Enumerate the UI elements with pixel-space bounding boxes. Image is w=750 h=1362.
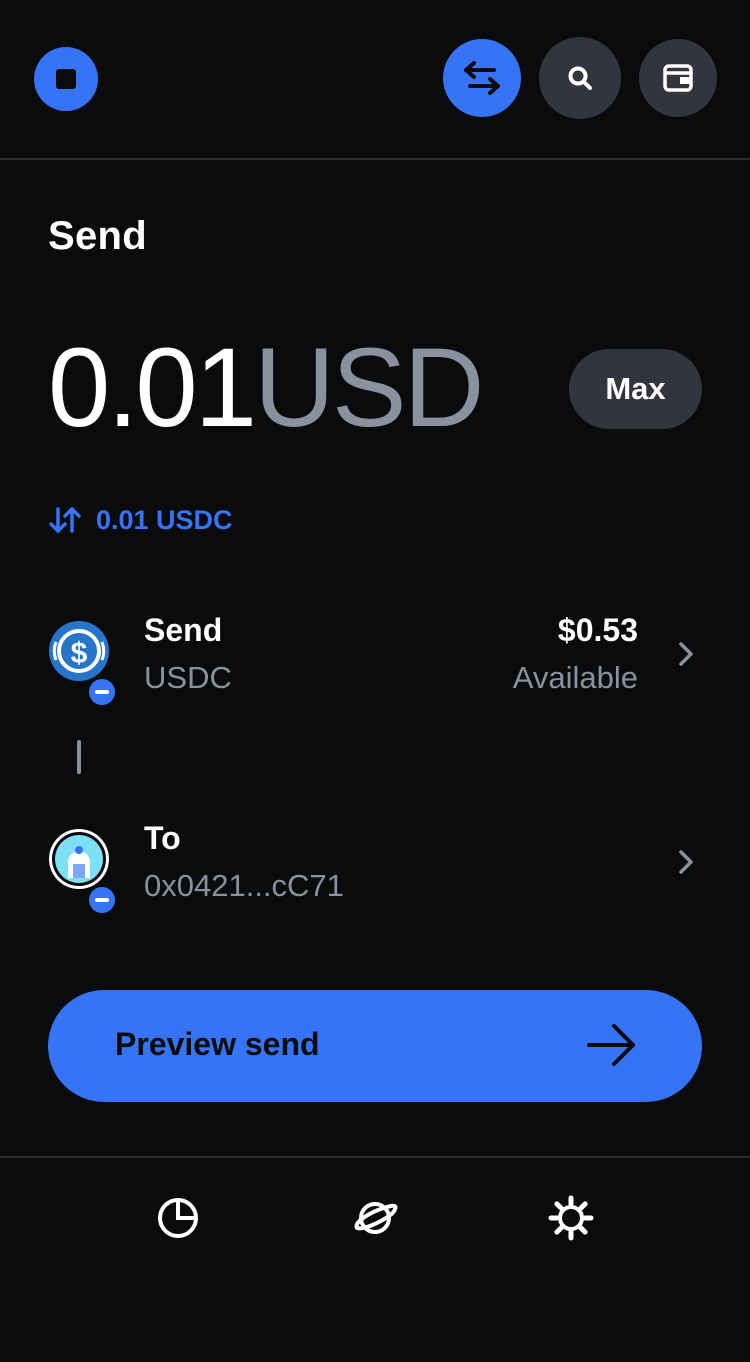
preview-send-button[interactable]: Preview send <box>48 990 702 1102</box>
svg-text:$: $ <box>71 637 88 670</box>
max-button[interactable]: Max <box>569 349 702 429</box>
top-bar <box>0 0 750 160</box>
amount-display[interactable]: 0.01 USD <box>48 325 484 450</box>
currency-toggle[interactable]: 0.01 USDC <box>48 500 233 540</box>
send-row-title: Send <box>144 612 223 648</box>
swap-button[interactable] <box>443 39 521 117</box>
preview-send-label: Preview send <box>115 1026 320 1062</box>
coinbase-logo-icon[interactable] <box>34 47 98 111</box>
send-row-asset: USDC <box>144 660 232 695</box>
nav-portfolio[interactable] <box>154 1194 202 1242</box>
logo-square <box>56 69 76 89</box>
amount-value: 0.01 <box>48 325 257 450</box>
amount-currency: USD <box>253 325 484 450</box>
usdc-icon: $ <box>48 620 118 708</box>
recipient-row[interactable]: To 0x0421...cC71 <box>48 812 702 916</box>
recipient-avatar <box>48 828 118 916</box>
network-badge <box>86 676 118 708</box>
chevron-right-icon <box>679 850 693 874</box>
swap-vertical-icon <box>49 507 81 533</box>
recipient-address: 0x0421...cC71 <box>144 868 344 903</box>
chevron-right-icon <box>679 642 693 666</box>
arrow-right-icon <box>587 1024 635 1066</box>
page-title: Send <box>48 214 147 258</box>
search-icon <box>568 66 592 90</box>
send-asset-row[interactable]: $ Send USDC $0.53 Available <box>48 604 702 708</box>
row-connector <box>77 740 81 774</box>
swap-arrows-icon <box>464 61 500 95</box>
available-balance: $0.53 <box>557 612 638 648</box>
explore-icon <box>354 1202 398 1234</box>
portfolio-icon <box>158 1198 198 1238</box>
wallet-icon <box>663 64 693 92</box>
converted-amount: 0.01 USDC <box>96 504 233 535</box>
nav-settings[interactable] <box>547 1194 595 1242</box>
settings-icon <box>548 1195 594 1241</box>
network-badge <box>86 884 118 916</box>
search-button[interactable] <box>539 37 621 119</box>
nav-explore[interactable] <box>351 1194 399 1242</box>
bottom-navigation <box>0 1156 750 1362</box>
to-row-title: To <box>144 820 181 856</box>
available-label: Available <box>512 660 638 695</box>
wallet-button[interactable] <box>639 39 717 117</box>
